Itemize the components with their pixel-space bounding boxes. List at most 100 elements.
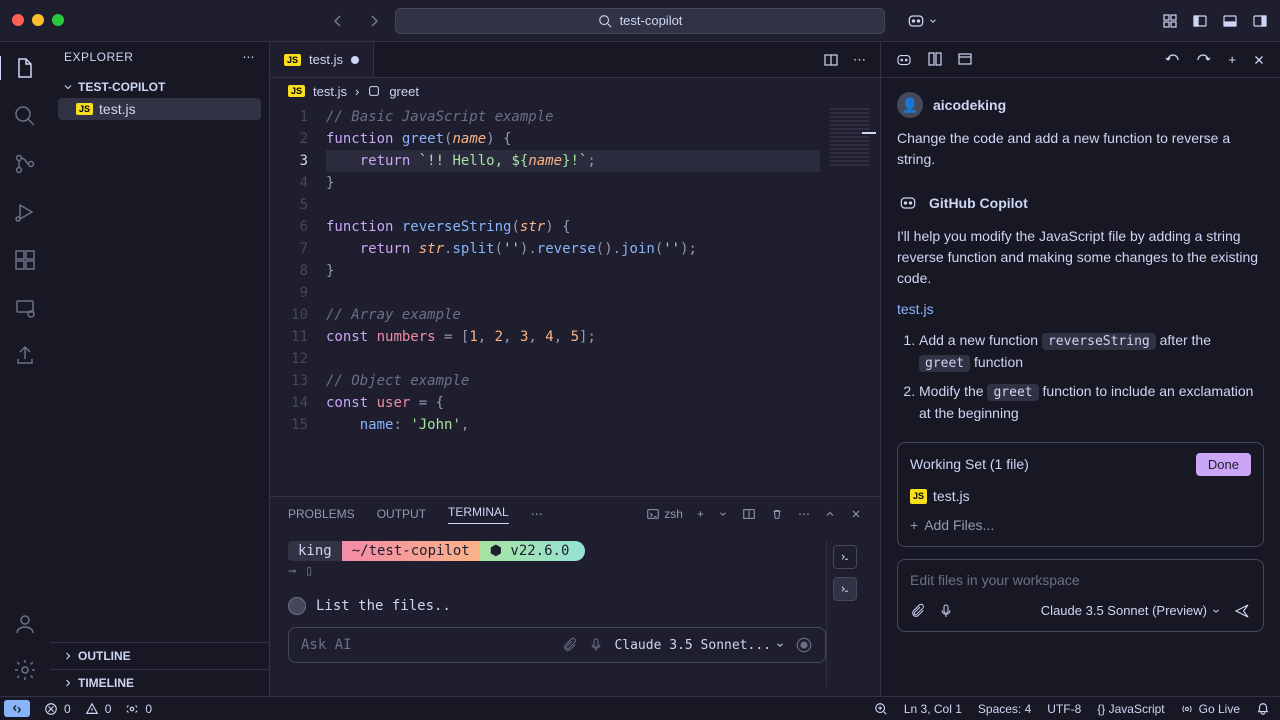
redo-icon[interactable] [1196,52,1212,68]
undo-icon[interactable] [1164,52,1180,68]
outline-section[interactable]: OUTLINE [50,642,270,669]
maximize-window[interactable] [52,14,64,26]
bottom-panel: PROBLEMS OUTPUT TERMINAL ⋯ zsh + ⋯ [270,496,880,696]
panel-tab-terminal[interactable]: TERMINAL [448,505,509,524]
send-button[interactable] [1233,602,1251,620]
js-badge-icon: JS [288,85,305,97]
new-terminal-icon[interactable]: + [697,507,704,521]
remote-icon[interactable] [13,296,37,320]
prompt-node: ⬢ v22.6.0 [480,541,586,561]
ai-suggestion[interactable]: List the files.. [288,597,826,615]
ports-count[interactable]: 0 [125,702,152,716]
titlebar: test-copilot [0,0,1280,42]
ai-avatar-icon [288,597,306,615]
run-debug-icon[interactable] [13,200,37,224]
user-avatar: 👤 [897,92,923,118]
kill-terminal-icon[interactable] [770,507,784,521]
encoding[interactable]: UTF-8 [1047,702,1081,716]
language-mode[interactable]: {} JavaScript [1097,702,1164,716]
minimap[interactable] [820,104,880,496]
warnings-count[interactable]: 0 [85,702,112,716]
zoom-icon[interactable] [874,702,888,716]
working-set: Working Set (1 file) Done JS test.js +Ad… [897,442,1264,548]
terminal-instance-2[interactable] [833,577,857,601]
done-button[interactable]: Done [1196,453,1251,477]
window-controls [12,14,64,26]
split-terminal-icon[interactable] [742,507,756,521]
ai-input[interactable]: Ask AI Claude 3.5 Sonnet... [288,627,826,663]
js-badge-icon: JS [910,489,927,505]
nav-forward[interactable] [366,13,382,29]
js-badge-icon: JS [284,54,301,66]
minimize-window[interactable] [32,14,44,26]
panel-close-icon[interactable] [850,508,862,520]
code-editor[interactable]: 123456789101112131415 // Basic JavaScrip… [270,104,880,496]
nav-back[interactable] [330,13,346,29]
file-item-testjs[interactable]: JS test.js [58,98,261,120]
share-icon[interactable] [13,344,37,368]
breadcrumb[interactable]: JS test.js › greet [270,78,880,104]
command-center-text: test-copilot [620,13,683,28]
close-window[interactable] [12,14,24,26]
source-control-icon[interactable] [13,152,37,176]
chevron-down-icon [62,81,74,93]
panel-maximize-icon[interactable] [824,508,836,520]
add-files-button[interactable]: +Add Files... [910,515,1251,536]
panel-more2-icon[interactable]: ⋯ [798,507,810,521]
layout-icon-1[interactable] [1162,13,1178,29]
attach-icon[interactable] [562,637,578,653]
explorer-icon[interactable] [0,56,37,80]
indentation[interactable]: Spaces: 4 [978,702,1031,716]
copilot-icon[interactable] [906,11,926,31]
new-chat-icon[interactable]: + [1228,52,1236,67]
panel-right-icon[interactable] [1252,13,1268,29]
project-root[interactable]: TEST-COPILOT [58,76,261,98]
errors-count[interactable]: 0 [44,702,71,716]
panel-tab-output[interactable]: OUTPUT [377,507,426,521]
terminal-instance-1[interactable] [833,545,857,569]
split-editor-icon[interactable] [823,52,839,68]
go-live[interactable]: Go Live [1181,702,1240,716]
js-badge-icon: JS [76,103,93,115]
activity-bar [0,42,50,696]
timeline-section[interactable]: TIMELINE [50,669,270,696]
bot-steps: Add a new function reverseString after t… [897,330,1264,424]
attach-icon[interactable] [910,603,926,619]
model-select[interactable]: Claude 3.5 Sonnet (Preview) [1041,601,1221,621]
chevron-down-icon[interactable] [928,16,938,26]
panel-left-icon[interactable] [1192,13,1208,29]
copilot-panel: + 👤 aicodeking Change the code and add a… [880,42,1280,696]
panel-tab-problems[interactable]: PROBLEMS [288,507,355,521]
account-icon[interactable] [13,612,37,636]
cursor-position[interactable]: Ln 3, Col 1 [904,702,962,716]
explorer-title: EXPLORER [64,50,133,64]
chevron-right-icon [62,677,74,689]
panel-bottom-icon[interactable] [1222,13,1238,29]
symbol-icon [367,84,381,98]
working-set-title: Working Set (1 file) [910,454,1029,475]
more-icon[interactable]: ⋯ [243,50,256,64]
search-activity-icon[interactable] [13,104,37,128]
panel-more-icon[interactable]: ⋯ [531,507,543,521]
terminal[interactable]: king ~/test-copilot ⬢ v22.6.0 → ▯ List t… [288,541,826,686]
copilot-diff-icon[interactable] [927,51,943,69]
working-set-file[interactable]: JS test.js [910,484,1251,509]
file-link[interactable]: test.js [897,299,934,320]
settings-icon[interactable] [13,658,37,682]
copilot-history-icon[interactable] [957,51,973,69]
more-actions-icon[interactable]: ⋯ [853,52,866,68]
command-center[interactable]: test-copilot [395,8,885,34]
close-copilot-icon[interactable] [1252,53,1266,67]
tab-testjs[interactable]: JS test.js [270,42,374,77]
notifications-icon[interactable] [1256,702,1270,716]
extensions-icon[interactable] [13,248,37,272]
record-icon[interactable] [795,636,813,654]
terminal-profile-icon[interactable]: zsh [646,507,683,521]
copilot-chat-icon[interactable] [895,51,913,69]
mic-icon[interactable] [938,603,954,619]
model-dropdown[interactable]: Claude 3.5 Sonnet... [614,638,785,653]
terminal-dropdown-icon[interactable] [718,509,728,519]
remote-indicator[interactable] [4,700,30,717]
copilot-input[interactable]: Edit files in your workspace Claude 3.5 … [897,559,1264,632]
mic-icon[interactable] [588,637,604,653]
